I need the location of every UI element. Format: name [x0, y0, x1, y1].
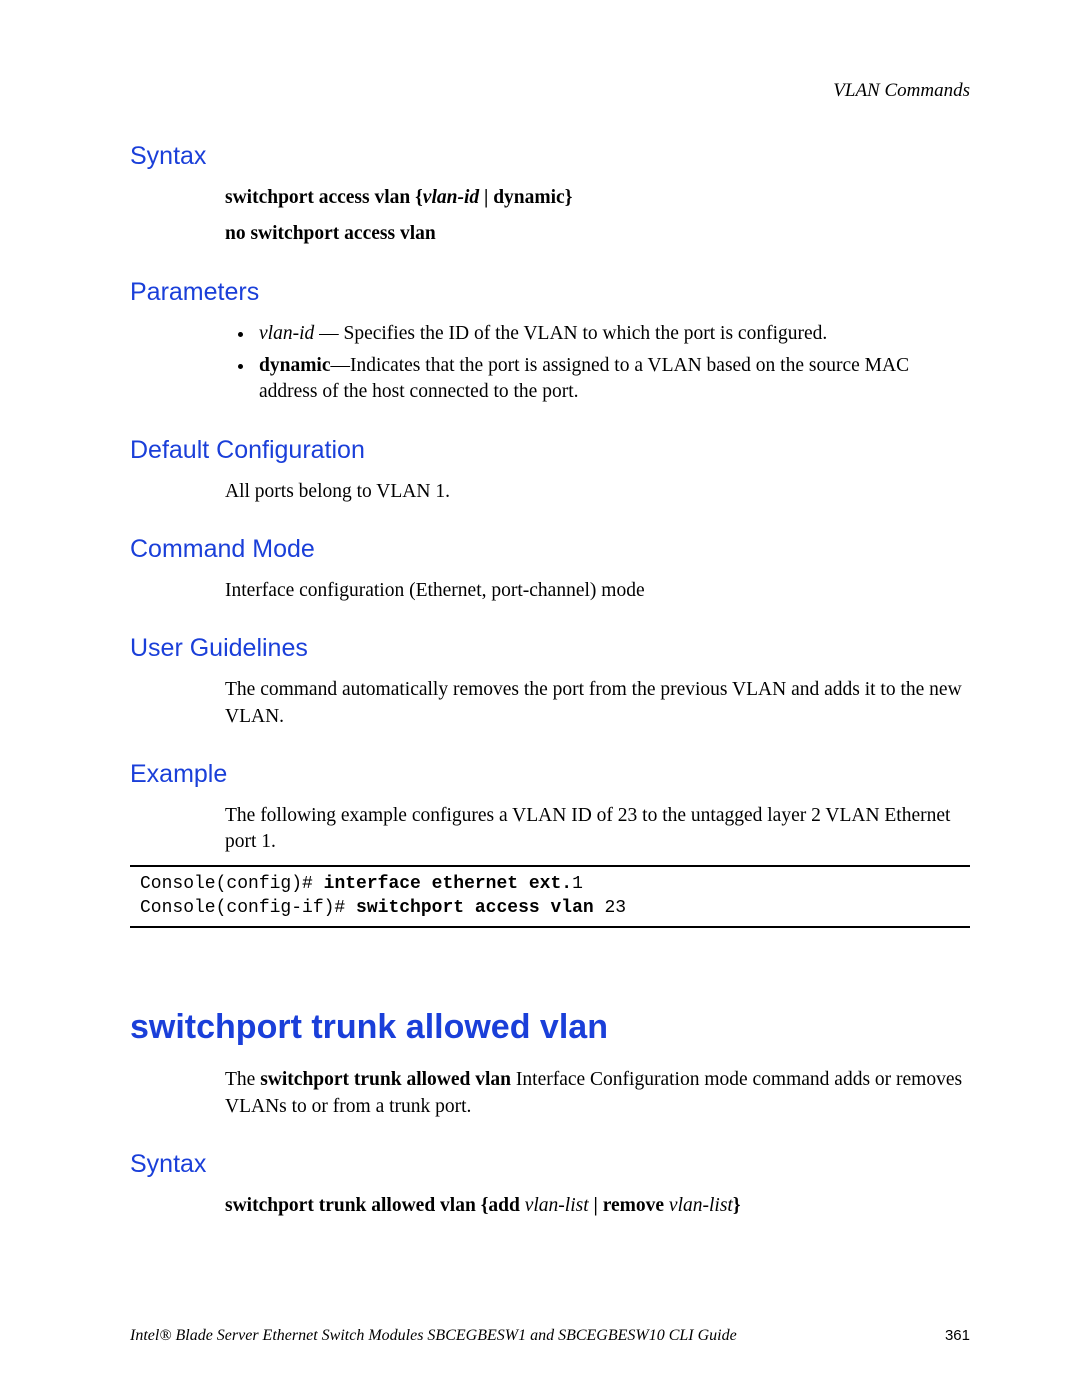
example-body: The following example configures a VLAN … [225, 803, 970, 856]
command-intro: The switchport trunk allowed vlan Interf… [225, 1067, 970, 1120]
syntax-line-1: switchport access vlan {vlan-id | dynami… [225, 185, 970, 211]
footer-title: Intel® Blade Server Ethernet Switch Modu… [130, 1327, 737, 1345]
user-guidelines-body: The command automatically removes the po… [225, 677, 970, 730]
heading-default-config: Default Configuration [130, 436, 970, 465]
syntax2-line: switchport trunk allowed vlan {add vlan-… [225, 1193, 970, 1219]
parameters-list: vlan-id — Specifies the ID of the VLAN t… [225, 321, 970, 406]
command-title: switchport trunk allowed vlan [130, 1008, 970, 1047]
syntax-line-2: no switchport access vlan [225, 221, 970, 247]
param-item-1: vlan-id — Specifies the ID of the VLAN t… [255, 321, 970, 347]
command-mode-body: Interface configuration (Ethernet, port-… [225, 578, 970, 604]
syntax-opt: dynamic [493, 187, 565, 208]
default-config-body: All ports belong to VLAN 1. [225, 479, 970, 505]
footer-page-number: 361 [945, 1327, 970, 1344]
heading-command-mode: Command Mode [130, 535, 970, 564]
heading-example: Example [130, 760, 970, 789]
example-code-block: Console(config)# interface ethernet ext.… [130, 865, 970, 928]
page-footer: Intel® Blade Server Ethernet Switch Modu… [130, 1327, 970, 1345]
syntax-arg: vlan-id [423, 187, 479, 208]
heading-user-guidelines: User Guidelines [130, 634, 970, 663]
heading-syntax-2: Syntax [130, 1150, 970, 1179]
heading-parameters: Parameters [130, 278, 970, 307]
syntax-cmd: switchport access vlan [225, 187, 410, 208]
param-item-2: dynamic—Indicates that the port is assig… [255, 353, 970, 406]
page-container: VLAN Commands Syntax switchport access v… [0, 0, 1080, 1397]
chapter-header: VLAN Commands [130, 80, 970, 102]
heading-syntax: Syntax [130, 142, 970, 171]
